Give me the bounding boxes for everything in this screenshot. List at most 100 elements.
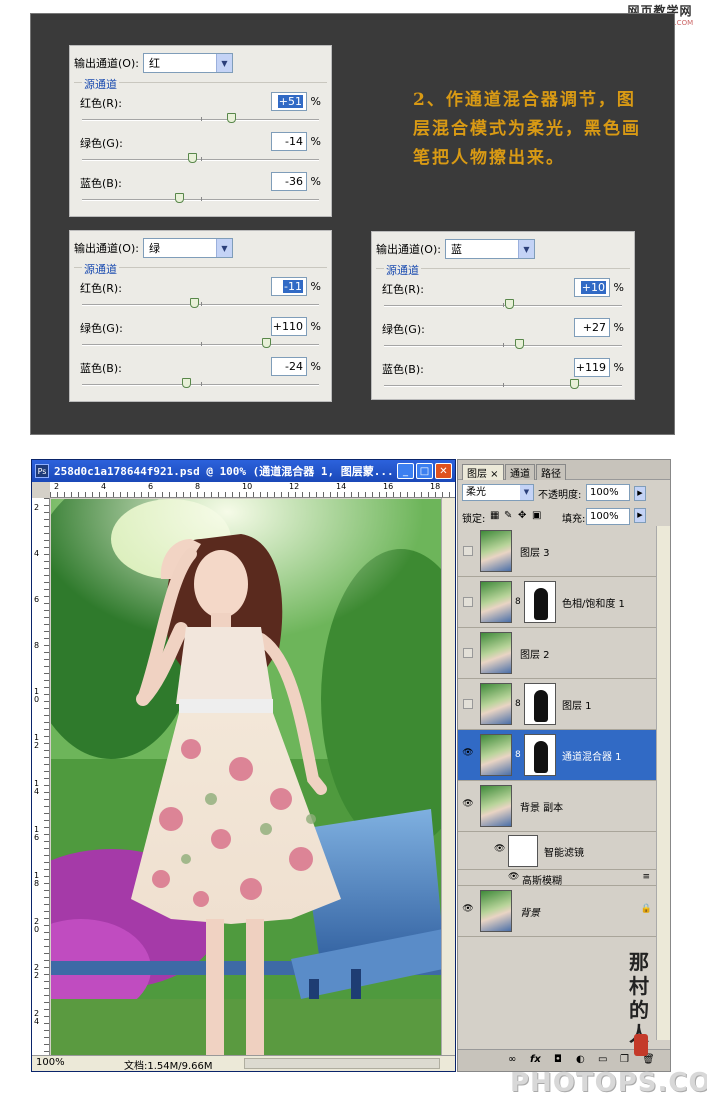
output-channel-row: 输出通道(O): 绿 ▼ [74, 238, 233, 258]
layer-mask-thumbnail[interactable] [524, 734, 556, 776]
slider-thumb[interactable] [569, 379, 579, 389]
document-titlebar[interactable]: Ps 258d0c1a178644f921.psd @ 100% (通道混合器 … [32, 460, 455, 482]
smart-filter-row[interactable]: 👁 智能滤镜 [458, 832, 658, 870]
channel-value-field[interactable]: -36 [271, 172, 307, 191]
canvas-photo[interactable] [51, 499, 443, 1057]
chain-link-icon[interactable]: 8 [515, 699, 521, 709]
slider-thumb[interactable] [226, 113, 236, 123]
tutorial-note: 2、作通道混合器调节，图层混合模式为柔光，黑色画笔把人物擦出来。 [413, 90, 641, 168]
blend-mode-select[interactable]: 柔光 ▼ [462, 484, 534, 501]
layer-row[interactable]: 👁 8 通道混合器 1 [458, 730, 658, 781]
layer-row[interactable]: 8 色相/饱和度 1 [458, 577, 658, 628]
ruler-horizontal[interactable]: 2 4 6 8 10 12 14 16 18 [50, 482, 455, 498]
lock-all-icon[interactable]: ▣ [532, 510, 541, 521]
folder-icon[interactable]: ▭ [598, 1054, 607, 1065]
channel-value-field[interactable]: +27 [574, 318, 610, 337]
slider-thumb[interactable] [182, 378, 192, 388]
layer-row[interactable]: 👁 背景 副本 [458, 781, 658, 832]
channel-slider[interactable] [384, 339, 622, 349]
eye-icon[interactable]: 👁 [461, 748, 475, 762]
slider-thumb[interactable] [261, 338, 271, 348]
lock-transparent-icon[interactable]: ▦ [490, 510, 499, 521]
channel-value: -36 [285, 175, 303, 188]
channel-slider[interactable] [384, 379, 622, 389]
visibility-toggle[interactable] [463, 699, 473, 709]
layer-mask-thumbnail[interactable] [524, 581, 556, 623]
slider-thumb[interactable] [190, 298, 200, 308]
layer-row[interactable]: 👁 背景 🔒 [458, 886, 658, 937]
channel-value: +51 [277, 95, 303, 108]
layer-row[interactable]: 8 图层 1 [458, 679, 658, 730]
vertical-scrollbar[interactable] [441, 498, 455, 1055]
lock-paint-icon[interactable]: ✎ [504, 510, 512, 521]
output-channel-select[interactable]: 绿 ▼ [142, 238, 233, 258]
tab-layers[interactable]: 图层 × [462, 464, 504, 480]
channel-slider[interactable] [82, 338, 319, 348]
layer-thumbnail [480, 530, 512, 572]
mask-silhouette [534, 690, 548, 722]
channel-value-field[interactable]: -24 [271, 357, 307, 376]
channel-slider[interactable] [82, 113, 319, 123]
visibility-toggle[interactable] [463, 597, 473, 607]
layer-row[interactable]: 图层 2 [458, 628, 658, 679]
horizontal-scrollbar[interactable] [244, 1058, 440, 1069]
close-button[interactable]: ✕ [435, 463, 452, 479]
channel-value-field[interactable]: +51 [271, 92, 307, 111]
output-channel-select[interactable]: 蓝 ▼ [444, 239, 535, 259]
minimize-button[interactable]: _ [397, 463, 414, 479]
eye-icon[interactable]: 👁 [508, 872, 519, 882]
channel-slider[interactable] [82, 378, 319, 388]
slider-thumb[interactable] [515, 339, 525, 349]
link-icon[interactable]: ∞ [508, 1054, 516, 1065]
channel-value-field[interactable]: +10 [574, 278, 610, 297]
channel-label: 绿色(G): [80, 137, 123, 150]
fx-icon[interactable]: fx [530, 1054, 541, 1065]
slider-thumb[interactable] [504, 299, 514, 309]
channel-label: 红色(R): [80, 97, 122, 110]
channel-slider[interactable] [384, 299, 622, 309]
ruler-tick-label: 10 [34, 687, 40, 704]
mask-icon[interactable]: ◘ [554, 1054, 562, 1065]
fill-arrow-icon[interactable]: ▶ [634, 508, 646, 523]
document-window[interactable]: Ps 258d0c1a178644f921.psd @ 100% (通道混合器 … [31, 459, 456, 1072]
maximize-button[interactable]: □ [416, 463, 433, 479]
opacity-arrow-icon[interactable]: ▶ [634, 486, 646, 501]
layer-mask-thumbnail[interactable] [524, 683, 556, 725]
layer-row[interactable]: 图层 3 [458, 526, 658, 577]
zoom-level[interactable]: 100% [36, 1057, 65, 1068]
channel-value-field[interactable]: +110 [271, 317, 307, 336]
document-info[interactable]: 文档:1.54M/9.66M [124, 1057, 213, 1072]
channel-value-field[interactable]: +119 [574, 358, 610, 377]
slider-center-tick [200, 382, 202, 386]
eye-icon[interactable]: 👁 [461, 904, 475, 918]
slider-thumb[interactable] [175, 193, 185, 203]
tab-paths[interactable]: 路径 [536, 464, 566, 480]
percent-label: % [613, 281, 624, 294]
chain-link-icon[interactable]: 8 [515, 597, 521, 607]
channel-value-field[interactable]: -14 [271, 132, 307, 151]
filter-options-icon[interactable]: ≡ [642, 872, 650, 882]
ruler-vertical[interactable]: 2 4 6 8 10 12 14 16 18 20 22 24 [32, 498, 50, 1055]
slider-thumb[interactable] [188, 153, 198, 163]
layer-name: 背景 [520, 908, 540, 919]
ruler-tick-label: 4 [101, 482, 107, 491]
channel-value-field[interactable]: -11 [271, 277, 307, 296]
lock-move-icon[interactable]: ✥ [518, 510, 526, 521]
channel-slider[interactable] [82, 193, 319, 203]
output-channel-select[interactable]: 红 ▼ [142, 53, 233, 73]
gaussian-blur-row[interactable]: 👁 高斯模糊 ≡ [458, 870, 658, 887]
channel-slider[interactable] [82, 153, 319, 163]
thumbnail-image [481, 582, 511, 622]
tab-channels[interactable]: 通道 [505, 464, 535, 480]
eye-icon[interactable]: 👁 [494, 844, 505, 854]
adjustment-icon[interactable]: ◐ [576, 1054, 585, 1065]
fill-field[interactable]: 100% [586, 508, 630, 525]
visibility-toggle[interactable] [463, 546, 473, 556]
opacity-field[interactable]: 100% [586, 484, 630, 501]
visibility-toggle[interactable] [463, 648, 473, 658]
panel-tabs: 图层 × 通道 路径 [458, 460, 670, 480]
channel-slider[interactable] [82, 298, 319, 308]
eye-icon[interactable]: 👁 [461, 799, 475, 813]
source-channels-title: 源通道 [384, 262, 421, 278]
chain-link-icon[interactable]: 8 [515, 750, 521, 760]
